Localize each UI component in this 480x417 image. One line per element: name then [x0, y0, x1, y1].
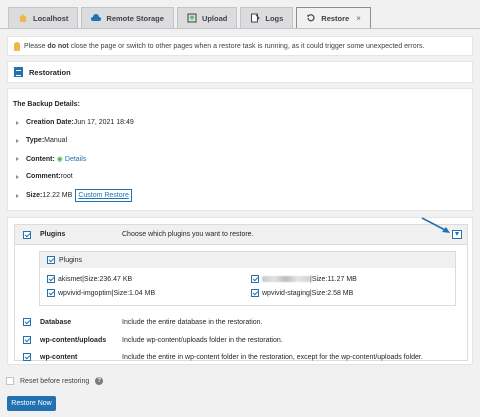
details-link[interactable]: Details	[65, 156, 86, 163]
plugin-checkbox[interactable]	[251, 289, 259, 297]
reset-label: Reset before restoring	[20, 377, 90, 385]
plugin-item[interactable]: wpvivid-imgoptim|Size:1.04 MB	[47, 289, 155, 297]
lightbulb-icon	[14, 41, 20, 51]
plugins-panel-header: Plugins	[40, 252, 455, 268]
type-label: Type:	[26, 137, 45, 144]
type-value: Manual	[44, 137, 68, 144]
notice-bold: do not	[47, 42, 69, 50]
blurred-name	[262, 276, 310, 282]
creation-label: Creation Date:	[26, 119, 74, 126]
tab-label: Logs	[265, 13, 284, 23]
tab-bar: Localhost Remote Storage Upload Logs Res…	[8, 7, 371, 28]
notice-text: Please do not close the page or switch t…	[24, 43, 424, 50]
database-name: Database	[40, 318, 72, 326]
restore-options: Plugins Choose which plugins you want to…	[7, 217, 473, 365]
comment-value: root	[60, 173, 73, 180]
plugin-label: wpvivid-staging|Size:2.58 MB	[262, 289, 354, 297]
tab-restore[interactable]: Restore ×	[296, 7, 371, 28]
plugin-label: |Size:11.27 MB	[310, 275, 357, 283]
wp-content-name: wp-content	[40, 353, 78, 361]
restoration-title: Restoration	[29, 67, 71, 77]
tab-label: Upload	[201, 13, 228, 23]
uploads-option-row: wp-content/uploads Include wp-content/up…	[15, 333, 467, 347]
restore-icon	[306, 13, 316, 23]
plugin-item[interactable]: wpvivid-staging|Size:2.58 MB	[251, 289, 353, 297]
details-title: The Backup Details:	[13, 101, 80, 108]
comment-row: Comment: root	[16, 173, 73, 180]
creation-date-row: Creation Date: Jun 17, 2021 18:49	[16, 119, 134, 126]
size-label: Size:	[26, 192, 43, 199]
triangle-icon	[16, 174, 19, 179]
warning-notice: Please do not close the page or switch t…	[7, 36, 473, 56]
custom-restore-button[interactable]: Custom Restore	[75, 189, 132, 202]
tab-label: Localhost	[33, 13, 69, 23]
log-icon	[250, 13, 261, 23]
plugins-panel: Plugins akismet|Size:236.47 KB |Size:11.…	[39, 251, 456, 306]
cloud-icon	[91, 13, 102, 23]
pointer-arrow-icon	[421, 217, 450, 233]
type-row: Type: Manual	[16, 137, 67, 144]
eye-icon: ◉	[56, 156, 63, 163]
backup-details: The Backup Details: Creation Date: Jun 17…	[7, 88, 473, 211]
content-label: Content:	[26, 155, 55, 163]
triangle-icon	[16, 138, 19, 143]
content-row: Content: ◉ Details	[16, 155, 86, 163]
tab-upload[interactable]: Upload	[176, 7, 238, 28]
size-row: Size: 12.22 MB Custom Restore	[16, 189, 132, 202]
database-desc: Include the entire database in the resto…	[122, 318, 263, 326]
plugin-checkbox[interactable]	[47, 289, 55, 297]
close-icon[interactable]: ×	[356, 14, 361, 23]
database-option-row: Database Include the entire database in …	[15, 315, 467, 329]
plugins-option-row: Plugins Choose which plugins you want to…	[15, 225, 467, 245]
restoration-header: Restoration	[7, 61, 473, 83]
plugins-all-checkbox[interactable]	[47, 256, 55, 264]
tab-label: Remote Storage	[106, 13, 164, 23]
plugin-checkbox[interactable]	[47, 275, 55, 283]
tab-remote-storage[interactable]: Remote Storage	[81, 7, 174, 28]
plugin-item[interactable]: |Size:11.27 MB	[251, 275, 357, 283]
wp-content-option-row: wp-content Include the entire in wp-cont…	[15, 350, 467, 364]
restore-now-button[interactable]: Restore Now	[7, 396, 56, 411]
plugin-checkbox[interactable]	[251, 275, 259, 283]
comment-label: Comment:	[26, 173, 61, 180]
uploads-name: wp-content/uploads	[40, 336, 107, 344]
reset-option[interactable]: Reset before restoring ?	[6, 377, 104, 385]
plugin-item[interactable]: akismet|Size:236.47 KB	[47, 275, 132, 283]
document-icon	[14, 67, 23, 77]
wp-content-desc: Include the entire in wp-content folder …	[122, 353, 423, 361]
home-icon	[18, 13, 28, 23]
plugins-desc: Choose which plugins you want to restore…	[122, 231, 254, 238]
options-table: Plugins Choose which plugins you want to…	[14, 224, 468, 361]
triangle-icon	[16, 157, 19, 161]
plugin-label: wpvivid-imgoptim|Size:1.04 MB	[58, 289, 156, 297]
uploads-checkbox[interactable]	[23, 336, 31, 344]
notice-pre: Please	[24, 42, 48, 50]
tab-label: Restore	[321, 13, 350, 23]
triangle-icon	[16, 120, 19, 125]
tab-localhost[interactable]: Localhost	[8, 7, 79, 28]
reset-checkbox[interactable]	[6, 377, 14, 385]
upload-icon	[187, 13, 197, 23]
plugins-header-label: Plugins	[59, 256, 82, 264]
uploads-desc: Include wp-content/uploads folder in the…	[122, 336, 283, 344]
notice-post: close the page or switch to other pages …	[68, 42, 425, 50]
tab-logs[interactable]: Logs	[240, 7, 294, 28]
database-checkbox[interactable]	[23, 318, 31, 326]
expand-toggle-icon[interactable]	[452, 230, 462, 239]
triangle-icon	[16, 193, 19, 198]
plugin-label: akismet|Size:236.47 KB	[58, 275, 133, 283]
plugins-name: Plugins	[40, 231, 66, 238]
wp-content-checkbox[interactable]	[23, 353, 31, 361]
size-value: 12.22 MB	[42, 192, 73, 199]
help-icon[interactable]: ?	[95, 377, 104, 385]
creation-value: Jun 17, 2021 18:49	[73, 119, 134, 126]
tab-divider	[0, 28, 480, 29]
plugins-checkbox[interactable]	[23, 230, 31, 239]
